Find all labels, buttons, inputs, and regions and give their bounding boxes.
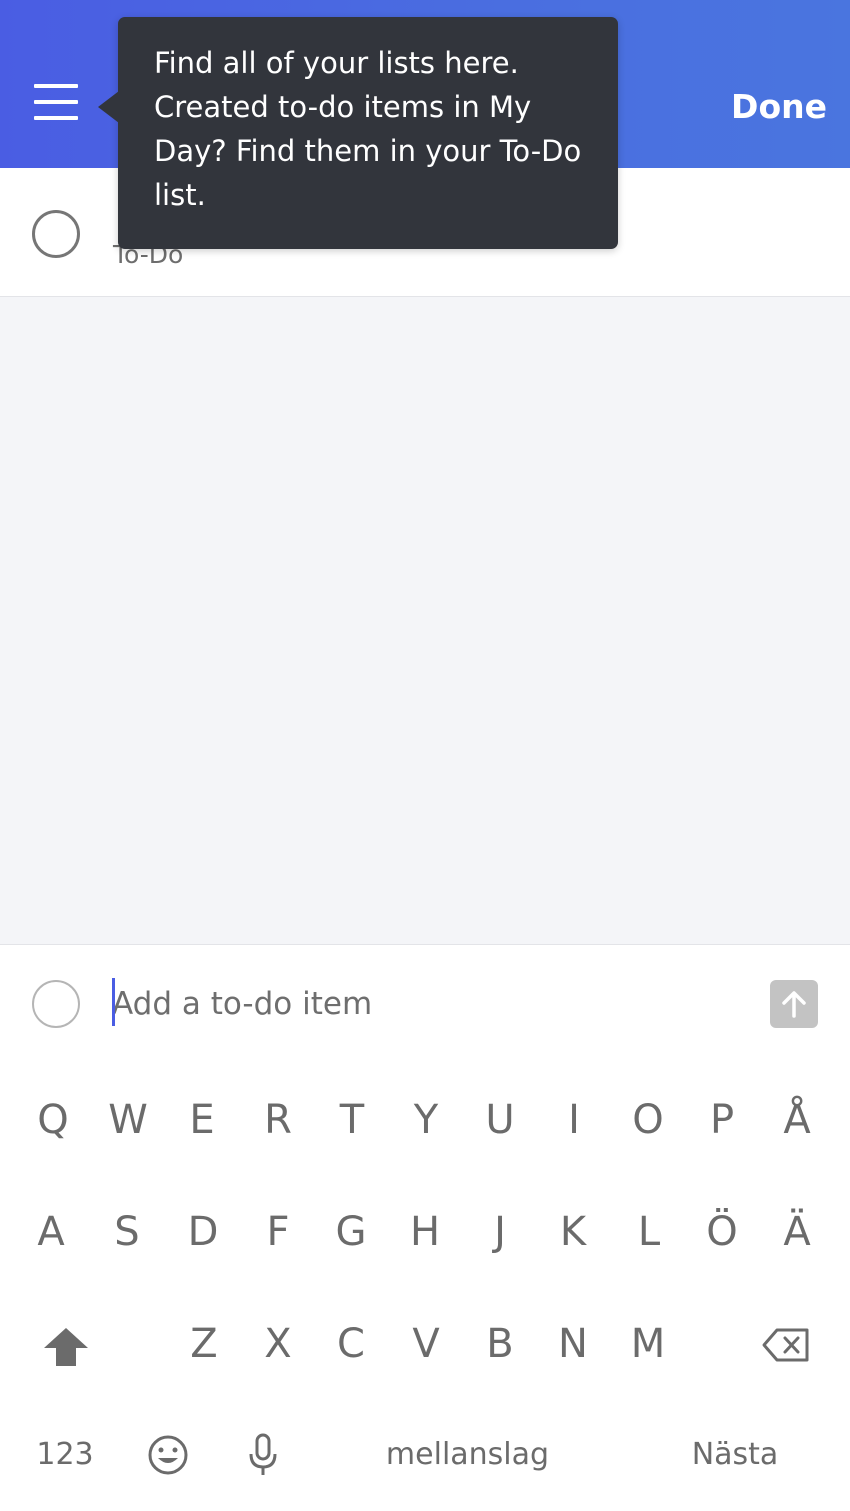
key-r[interactable]: R	[248, 1097, 308, 1143]
text-caret	[112, 978, 115, 1026]
key-a-umlaut[interactable]: Ä	[767, 1209, 827, 1255]
key-x[interactable]: X	[248, 1321, 308, 1367]
key-j[interactable]: J	[470, 1209, 530, 1255]
key-u[interactable]: U	[470, 1097, 530, 1143]
menu-line	[34, 84, 78, 88]
tooltip-text: Find all of your lists here. Created to-…	[154, 46, 582, 212]
lists-tooltip[interactable]: Find all of your lists here. Created to-…	[98, 17, 618, 249]
key-t[interactable]: T	[322, 1097, 382, 1143]
add-item-circle-icon	[32, 980, 80, 1028]
shift-key[interactable]	[40, 1326, 92, 1370]
key-f[interactable]: F	[248, 1209, 308, 1255]
key-d[interactable]: D	[173, 1209, 233, 1255]
task-complete-checkbox[interactable]	[32, 210, 80, 258]
key-n[interactable]: N	[543, 1321, 603, 1367]
key-h[interactable]: H	[395, 1209, 455, 1255]
key-z[interactable]: Z	[174, 1321, 234, 1367]
key-o-umlaut[interactable]: Ö	[692, 1209, 752, 1255]
microphone-icon	[249, 1433, 277, 1475]
key-k[interactable]: K	[543, 1209, 603, 1255]
menu-line	[34, 100, 78, 104]
key-aring[interactable]: Å	[767, 1097, 827, 1143]
key-v[interactable]: V	[396, 1321, 456, 1367]
key-o[interactable]: O	[618, 1097, 678, 1143]
add-item-input[interactable]	[112, 981, 732, 1027]
keyboard: Q W E R T Y U I O P Å A S D F G H J K L …	[0, 1076, 850, 1511]
key-i[interactable]: I	[544, 1097, 604, 1143]
backspace-icon	[762, 1328, 809, 1362]
numbers-key[interactable]: 123	[30, 1437, 100, 1472]
emoji-icon	[148, 1435, 188, 1475]
backspace-key[interactable]	[760, 1326, 812, 1366]
key-w[interactable]: W	[98, 1097, 158, 1143]
add-item-row	[0, 944, 850, 1076]
key-s[interactable]: S	[97, 1209, 157, 1255]
key-p[interactable]: P	[692, 1097, 752, 1143]
done-button[interactable]: Done	[731, 84, 827, 130]
menu-line	[34, 116, 78, 120]
microphone-key[interactable]	[248, 1432, 278, 1480]
space-key[interactable]: mellanslag	[340, 1437, 595, 1472]
shift-icon	[44, 1328, 88, 1366]
hamburger-menu-icon[interactable]	[34, 84, 78, 124]
key-c[interactable]: C	[321, 1321, 381, 1367]
send-button[interactable]	[770, 980, 818, 1028]
next-key[interactable]: Nästa	[680, 1437, 790, 1472]
key-b[interactable]: B	[470, 1321, 530, 1367]
key-a[interactable]: A	[21, 1209, 81, 1255]
emoji-key[interactable]	[146, 1434, 190, 1478]
key-l[interactable]: L	[619, 1209, 679, 1255]
task-list-area	[0, 297, 850, 944]
arrow-up-icon	[782, 991, 806, 1018]
tooltip-arrow	[98, 91, 119, 123]
key-y[interactable]: Y	[396, 1097, 456, 1143]
key-m[interactable]: M	[618, 1321, 678, 1367]
key-e[interactable]: E	[172, 1097, 232, 1143]
key-q[interactable]: Q	[23, 1097, 83, 1143]
key-g[interactable]: G	[321, 1209, 381, 1255]
